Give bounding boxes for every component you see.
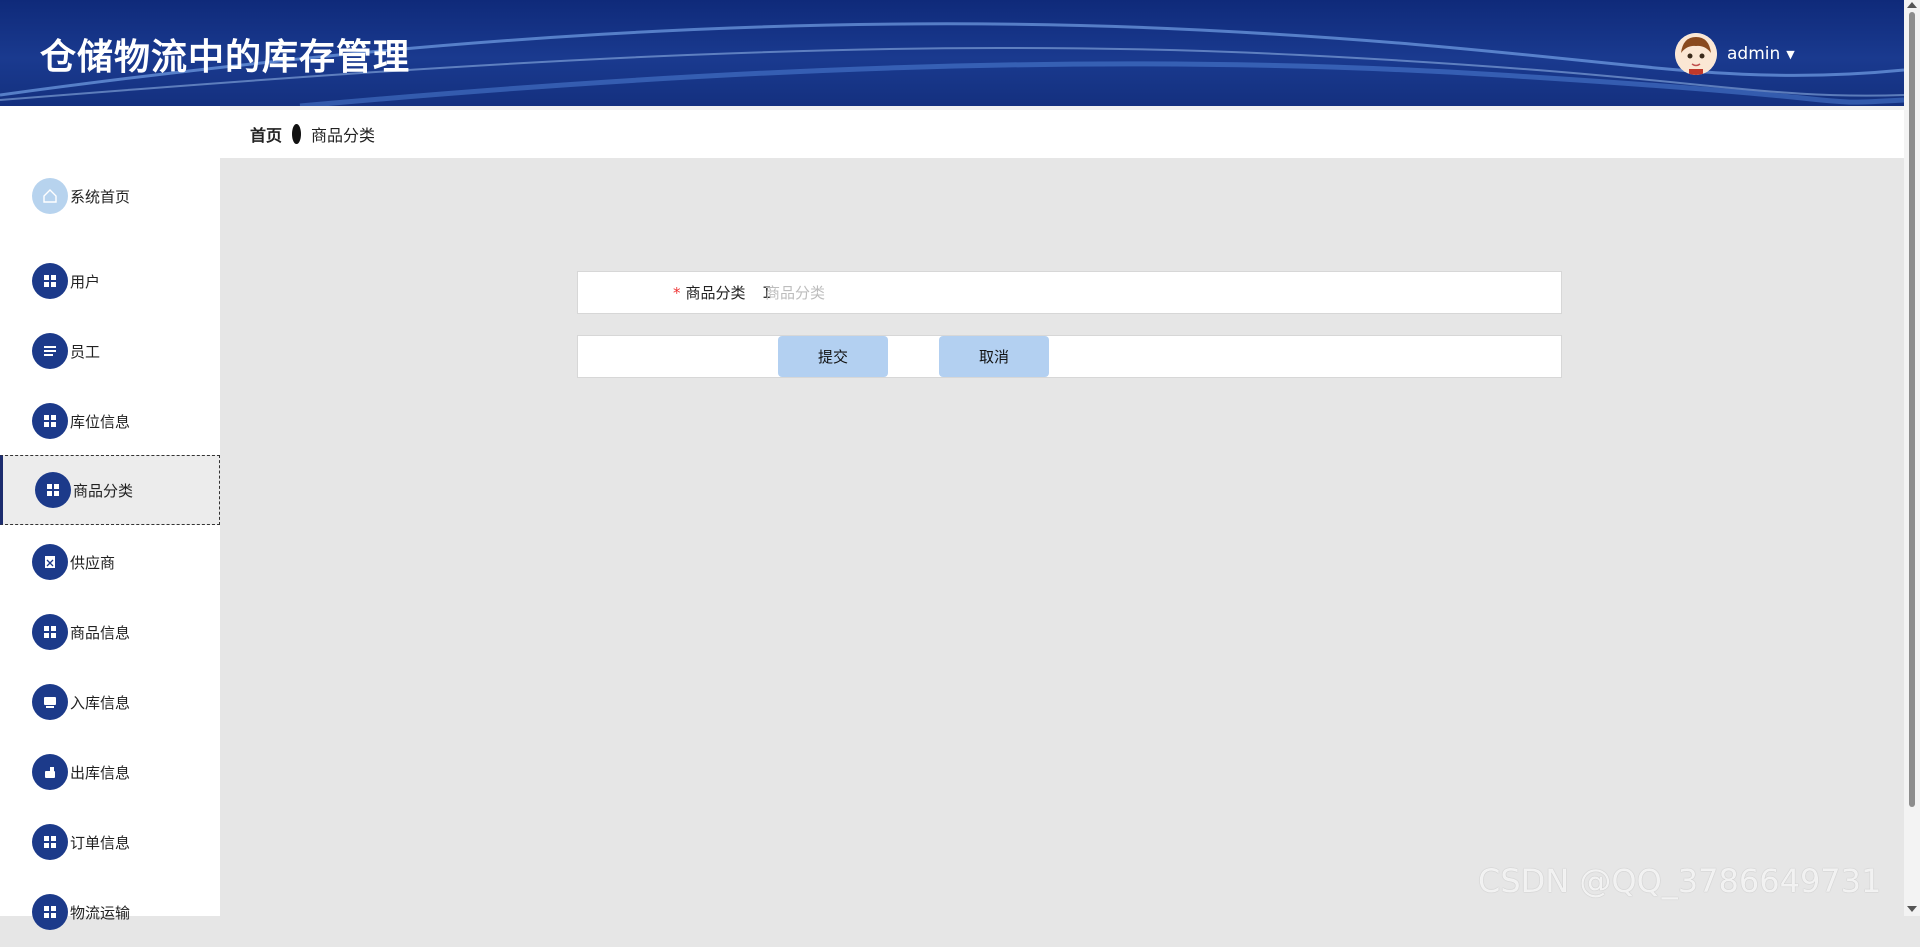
sidebar-item-home[interactable]: 系统首页	[0, 161, 220, 231]
sidebar-item-label: 订单信息	[70, 833, 131, 852]
sidebar-item-label: 商品信息	[70, 623, 131, 642]
sidebar-item-staff[interactable]: 员工	[0, 316, 220, 386]
cancel-button[interactable]: 取消	[939, 336, 1049, 377]
grid-icon	[32, 824, 68, 860]
home-icon	[32, 178, 68, 214]
clipboard-icon	[32, 544, 68, 580]
sidebar-item-orders[interactable]: 订单信息	[0, 807, 220, 877]
breadcrumb: 首页 商品分类	[220, 106, 1904, 158]
sidebar-item-location[interactable]: 库位信息	[0, 386, 220, 456]
sidebar-item-category[interactable]: 商品分类	[0, 455, 220, 525]
scroll-up-icon[interactable]	[1907, 2, 1917, 8]
scroll-down-icon[interactable]	[1907, 906, 1917, 912]
list-icon	[32, 333, 68, 369]
breadcrumb-current: 商品分类	[311, 126, 376, 145]
sidebar-item-label: 物流运输	[70, 903, 131, 922]
grid-icon	[32, 403, 68, 439]
sidebar-item-label: 系统首页	[70, 187, 131, 206]
sidebar-item-label: 商品分类	[73, 481, 134, 500]
avatar[interactable]	[1675, 33, 1717, 75]
sidebar-item-label: 员工	[70, 342, 101, 361]
grid-icon	[32, 614, 68, 650]
sidebar-item-label: 供应商	[70, 553, 116, 572]
tray-icon	[32, 684, 68, 720]
app-title: 仓储物流中的库存管理	[40, 37, 411, 78]
sidebar-item-supplier[interactable]: 供应商	[0, 527, 220, 597]
required-marker: *	[673, 284, 681, 302]
hand-icon	[32, 754, 68, 790]
breadcrumb-home[interactable]: 首页	[250, 122, 282, 146]
sidebar-item-outbound[interactable]: 出库信息	[0, 737, 220, 807]
form-actions-row: 提交 取消	[577, 335, 1562, 378]
category-label-text: 商品分类	[685, 284, 746, 302]
grid-icon	[32, 263, 68, 299]
sidebar-item-logistics[interactable]: 物流运输	[0, 877, 220, 947]
submit-button[interactable]: 提交	[778, 336, 888, 377]
chevron-down-icon[interactable]: ▼	[1786, 48, 1794, 61]
grid-icon	[32, 894, 68, 930]
sidebar-item-label: 库位信息	[70, 412, 131, 431]
sidebar-item-inbound[interactable]: 入库信息	[0, 667, 220, 737]
category-form-row: * 商品分类 I	[577, 271, 1562, 314]
breadcrumb-separator-icon	[292, 124, 302, 144]
sidebar-item-users[interactable]: 用户	[0, 246, 220, 316]
username[interactable]: admin	[1727, 44, 1780, 64]
scroll-thumb[interactable]	[1909, 12, 1915, 807]
page-scrollbar[interactable]	[1904, 0, 1920, 916]
watermark: CSDN @QQ_3786649731	[1478, 862, 1882, 900]
category-input[interactable]	[763, 278, 1543, 308]
user-menu[interactable]: admin ▼	[1675, 33, 1795, 75]
sidebar-item-label: 出库信息	[70, 763, 131, 782]
sidebar-menu: 系统首页 用户 员工 库位信息 商品分类 供应商 商品信息 入库信息 出库信息 …	[0, 106, 220, 930]
grid-icon	[35, 472, 71, 508]
sidebar-item-label: 入库信息	[70, 693, 131, 712]
sidebar-item-label: 用户	[70, 272, 101, 291]
app-header: 仓储物流中的库存管理 admin ▼	[0, 0, 1904, 106]
category-field-label: * 商品分类	[673, 282, 746, 303]
sidebar-item-product[interactable]: 商品信息	[0, 597, 220, 667]
